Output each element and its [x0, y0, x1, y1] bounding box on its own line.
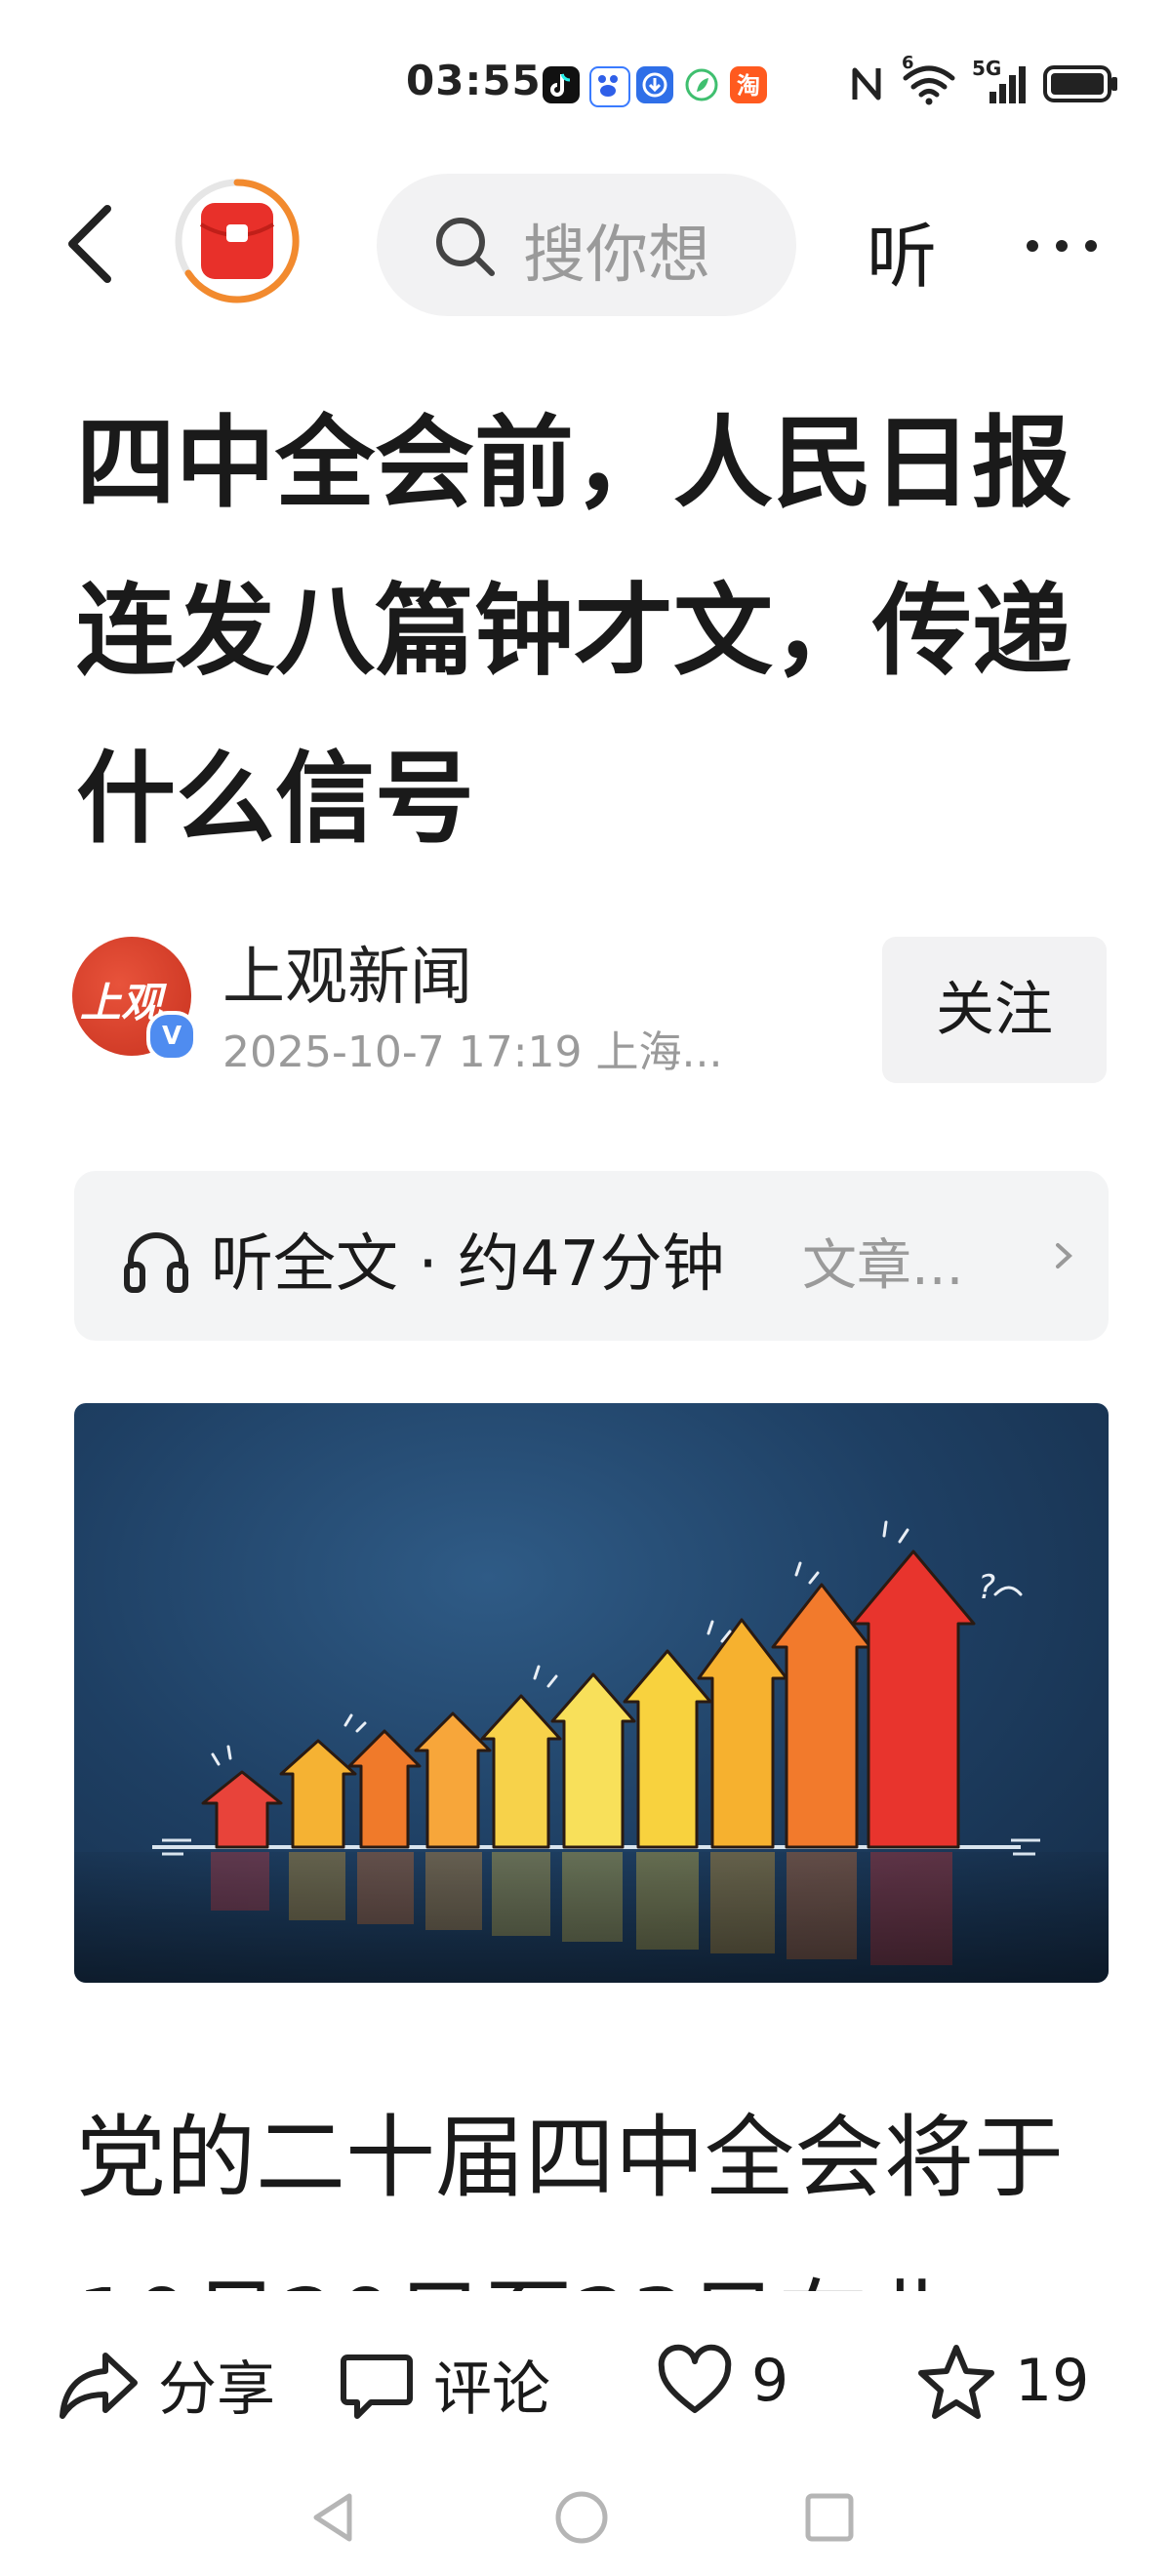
comment-label: 评论	[433, 2355, 550, 2424]
svg-text:淘: 淘	[737, 72, 760, 100]
wifi-icon: 6	[900, 53, 958, 105]
comment-icon	[341, 2354, 413, 2419]
listen-label: 听全文 · 约47分钟	[211, 1228, 725, 1301]
search-placeholder: 搜你想	[523, 220, 710, 292]
article-paragraph: 党的二十届四中全会将于10月20日至23日在北	[76, 2106, 1065, 2291]
svg-text:?: ?	[978, 1568, 995, 1607]
leaf-app-icon	[683, 66, 720, 103]
article-title: 四中全会前，人民日报连发八篇钟才文，传递什么信号	[76, 406, 1071, 858]
battery-icon	[1043, 65, 1117, 102]
publish-meta: 2025-10-7 17:19 上海...	[222, 1027, 723, 1077]
search-bar[interactable]: 搜你想	[377, 174, 796, 316]
verified-badge: V	[146, 1011, 197, 1062]
nfc-icon	[852, 67, 881, 101]
listen-full-text-bar[interactable]: 听全文 · 约47分钟 文章...	[74, 1171, 1109, 1341]
share-button[interactable]: 分享	[57, 2342, 275, 2427]
more-button[interactable]	[1023, 226, 1101, 265]
taobao-app-icon: 淘	[730, 66, 767, 103]
headphone-icon	[124, 1232, 188, 1293]
download-app-icon	[636, 66, 673, 103]
back-button[interactable]	[59, 195, 127, 293]
article-summary-label: 文章...	[802, 1234, 964, 1298]
nav-recents-icon[interactable]	[802, 2490, 857, 2545]
like-count: 9	[751, 2347, 789, 2415]
system-navigation-bar	[0, 2469, 1171, 2576]
status-icons: 6 5G	[847, 53, 1120, 109]
star-icon	[918, 2345, 994, 2419]
share-label: 分享	[158, 2355, 275, 2424]
favorite-count: 19	[1015, 2347, 1090, 2415]
tiktok-app-icon	[543, 66, 580, 103]
baidu-app-icon	[589, 66, 630, 107]
author-name[interactable]: 上观新闻	[222, 927, 472, 1017]
listen-button[interactable]: 听	[867, 199, 937, 302]
nav-back-icon[interactable]	[306, 2488, 359, 2547]
like-button[interactable]: 9	[656, 2342, 788, 2420]
red-packet-icon	[175, 179, 300, 303]
rising-arrows-illustration: ?	[74, 1520, 1109, 1983]
favorite-button[interactable]: 19	[915, 2342, 1089, 2420]
search-icon	[436, 218, 495, 276]
bottom-action-bar: 分享 评论 9 19	[0, 2303, 1171, 2469]
status-time: 03:55	[406, 57, 542, 104]
follow-button[interactable]: 关注	[882, 937, 1107, 1083]
article-image[interactable]: ?	[74, 1403, 1109, 1983]
paragraph-container: 党的二十届四中全会将于10月20日至23日在北	[76, 2076, 1110, 2291]
heart-icon	[658, 2344, 732, 2413]
back-arrow-icon	[68, 205, 111, 283]
share-icon	[60, 2352, 138, 2419]
more-dots-icon	[1027, 240, 1097, 252]
comment-button[interactable]: 评论	[338, 2342, 550, 2427]
chevron-right-icon	[1056, 1243, 1072, 1268]
red-packet-avatar[interactable]	[172, 176, 303, 306]
nav-home-icon[interactable]	[552, 2488, 611, 2547]
cellular-signal-icon: 5G	[972, 57, 1029, 105]
